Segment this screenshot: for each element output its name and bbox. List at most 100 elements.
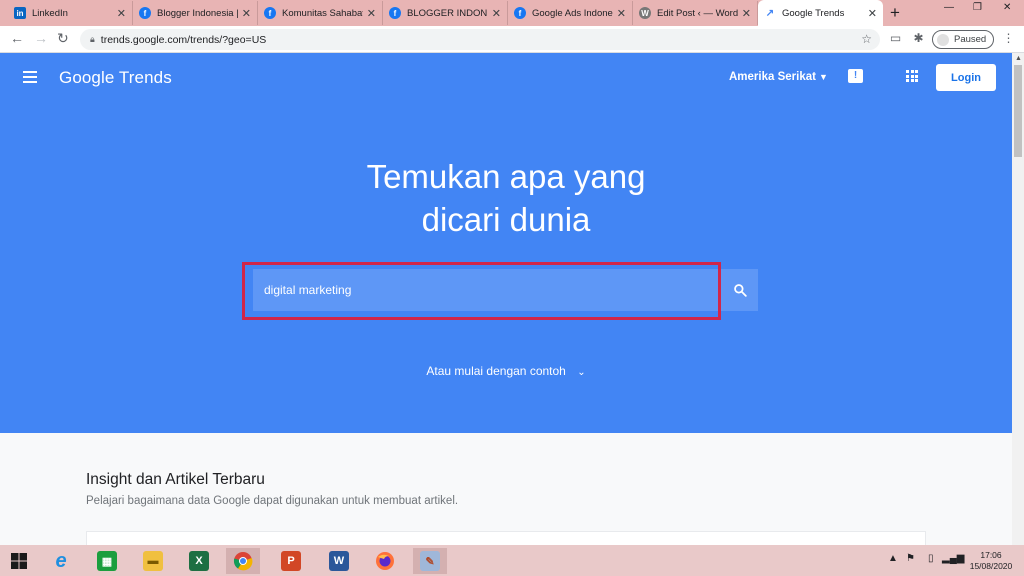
article-card[interactable]	[86, 531, 926, 545]
taskbar-file-explorer[interactable]: ▬	[136, 548, 170, 574]
headline-line-2: dicari dunia	[421, 201, 591, 238]
browser-tab-strip: in LinkedIn ✕ f Blogger Indonesia | ✕ f …	[0, 0, 1024, 26]
taskbar-paint[interactable]: ✎	[413, 548, 447, 574]
tab-title: Edit Post ‹ — Word	[657, 7, 738, 19]
close-icon[interactable]: ✕	[617, 7, 626, 20]
firefox-icon	[376, 552, 394, 570]
taskbar-clock[interactable]: 17:06 15/08/2020	[966, 550, 1016, 572]
insight-heading: Insight dan Artikel Terbaru	[86, 471, 265, 488]
search-input[interactable]	[253, 269, 718, 311]
facebook-icon: f	[139, 7, 151, 19]
caret-down-icon[interactable]: ▼	[819, 72, 828, 82]
close-icon[interactable]: ✕	[868, 7, 877, 20]
windows-taskbar: e ▦ ▬ X P W ✎ ▲ ⚑ ▯ ▂▄▆ 17:06 15/08/2020	[0, 545, 1024, 576]
start-button[interactable]	[2, 548, 36, 574]
tab-title: Blogger Indonesia |	[157, 7, 238, 19]
browser-toolbar: ← → ↻ 🔒︎ trends.google.com/trends/?geo=U…	[0, 26, 1024, 53]
web-page: Google Trends Amerika Serikat ▼ ! Login …	[0, 53, 1012, 545]
windows-logo-icon	[11, 553, 27, 569]
clock-date: 15/08/2020	[969, 561, 1013, 571]
headline-line-1: Temukan apa yang	[366, 158, 646, 195]
tab-google-trends[interactable]: ↗ Google Trends ✕	[758, 0, 883, 26]
taskbar-internet-explorer[interactable]: e	[44, 548, 78, 574]
store-icon: ▦	[97, 551, 117, 571]
new-tab-button[interactable]: +	[890, 3, 900, 23]
profile-button[interactable]: Paused	[932, 30, 994, 49]
examples-label: Atau mulai dengan contoh	[426, 364, 566, 378]
hamburger-menu-icon[interactable]	[23, 71, 37, 86]
address-bar[interactable]: 🔒︎ trends.google.com/trends/?geo=US ☆	[80, 29, 880, 50]
facebook-icon: f	[264, 7, 276, 19]
close-icon[interactable]: ✕	[492, 7, 501, 20]
linkedin-icon: in	[14, 7, 26, 19]
taskbar-firefox[interactable]	[368, 548, 402, 574]
excel-icon: X	[189, 551, 209, 571]
restore-icon[interactable]: ❐	[973, 2, 982, 13]
lock-icon: 🔒︎	[90, 34, 95, 44]
trends-icon: ↗	[765, 7, 775, 19]
tray-expand-icon[interactable]: ▲	[888, 553, 898, 564]
facebook-icon: f	[514, 7, 526, 19]
paint-palette-icon: ✎	[420, 551, 440, 571]
taskbar-word[interactable]: W	[322, 548, 356, 574]
tab-title: Komunitas Sahabat	[282, 7, 363, 19]
taskbar-excel[interactable]: X	[182, 548, 216, 574]
tab-title: Google Ads Indone	[532, 7, 613, 19]
cast-icon[interactable]: ▭	[889, 32, 902, 45]
page-title: Temukan apa yang dicari dunia	[0, 155, 1012, 241]
signal-icon[interactable]: ▂▄▆	[942, 553, 964, 564]
bookmark-star-icon[interactable]: ☆	[861, 32, 872, 46]
tab-linkedin[interactable]: in LinkedIn ✕	[8, 1, 133, 25]
close-icon[interactable]: ✕	[367, 7, 376, 20]
wordpress-icon: W	[639, 7, 651, 19]
internet-explorer-icon: e	[55, 549, 67, 572]
examples-toggle[interactable]: Atau mulai dengan contoh ⌄	[0, 364, 1012, 378]
page-scrollbar[interactable]: ▲	[1012, 53, 1024, 545]
tab-komunitas-sahabat[interactable]: f Komunitas Sahabat ✕	[258, 1, 383, 25]
region-selector[interactable]: Amerika Serikat	[729, 71, 816, 83]
chevron-down-icon: ⌄	[577, 367, 586, 378]
apps-grid-icon[interactable]	[906, 70, 918, 82]
tab-google-ads-indonesia[interactable]: f Google Ads Indone ✕	[508, 1, 633, 25]
powerpoint-icon: P	[281, 551, 301, 571]
extensions-icon[interactable]: ✱	[912, 32, 925, 45]
word-icon: W	[329, 551, 349, 571]
close-icon[interactable]: ✕	[742, 7, 751, 20]
battery-icon[interactable]: ▯	[928, 553, 934, 564]
avatar	[937, 33, 949, 46]
facebook-icon: f	[389, 7, 401, 19]
menu-kebab-icon[interactable]: ⋮	[1002, 32, 1015, 45]
folder-icon: ▬	[143, 551, 163, 571]
tab-title: Google Trends	[782, 7, 845, 19]
search-icon	[733, 284, 747, 297]
back-icon[interactable]: ←	[10, 30, 24, 46]
clock-time: 17:06	[980, 550, 1002, 560]
close-window-icon[interactable]: ✕	[1003, 2, 1011, 13]
hero-section: Google Trends Amerika Serikat ▼ ! Login …	[0, 53, 1012, 433]
tab-title: LinkedIn	[32, 7, 68, 19]
insight-subtitle: Pelajari bagaimana data Google dapat dig…	[86, 495, 459, 507]
taskbar-chrome[interactable]	[226, 548, 260, 574]
taskbar-powerpoint[interactable]: P	[274, 548, 308, 574]
scroll-thumb[interactable]	[1014, 65, 1022, 157]
forward-icon[interactable]: →	[34, 30, 48, 46]
profile-status: Paused	[954, 34, 987, 45]
close-icon[interactable]: ✕	[242, 7, 251, 20]
tab-blogger-indone[interactable]: f BLOGGER INDONE ✕	[383, 1, 508, 25]
login-button[interactable]: Login	[936, 64, 996, 91]
taskbar-store[interactable]: ▦	[90, 548, 124, 574]
google-trends-logo[interactable]: Google Trends	[59, 68, 172, 88]
chrome-icon	[233, 552, 253, 571]
tab-title: BLOGGER INDONE	[407, 7, 488, 19]
tab-edit-post[interactable]: W Edit Post ‹ — Word ✕	[633, 1, 758, 25]
tab-blogger-indonesia[interactable]: f Blogger Indonesia | ✕	[133, 1, 258, 25]
search-button[interactable]	[721, 269, 758, 311]
network-flag-icon[interactable]: ⚑	[906, 553, 915, 564]
feedback-icon[interactable]: !	[848, 69, 863, 83]
scroll-up-arrow-icon[interactable]: ▲	[1015, 55, 1022, 62]
reload-icon[interactable]: ↻	[57, 30, 69, 47]
minimize-icon[interactable]: —	[944, 2, 954, 13]
url-text: trends.google.com/trends/?geo=US	[100, 33, 267, 46]
search-highlight-box	[242, 262, 721, 320]
close-icon[interactable]: ✕	[117, 7, 126, 20]
